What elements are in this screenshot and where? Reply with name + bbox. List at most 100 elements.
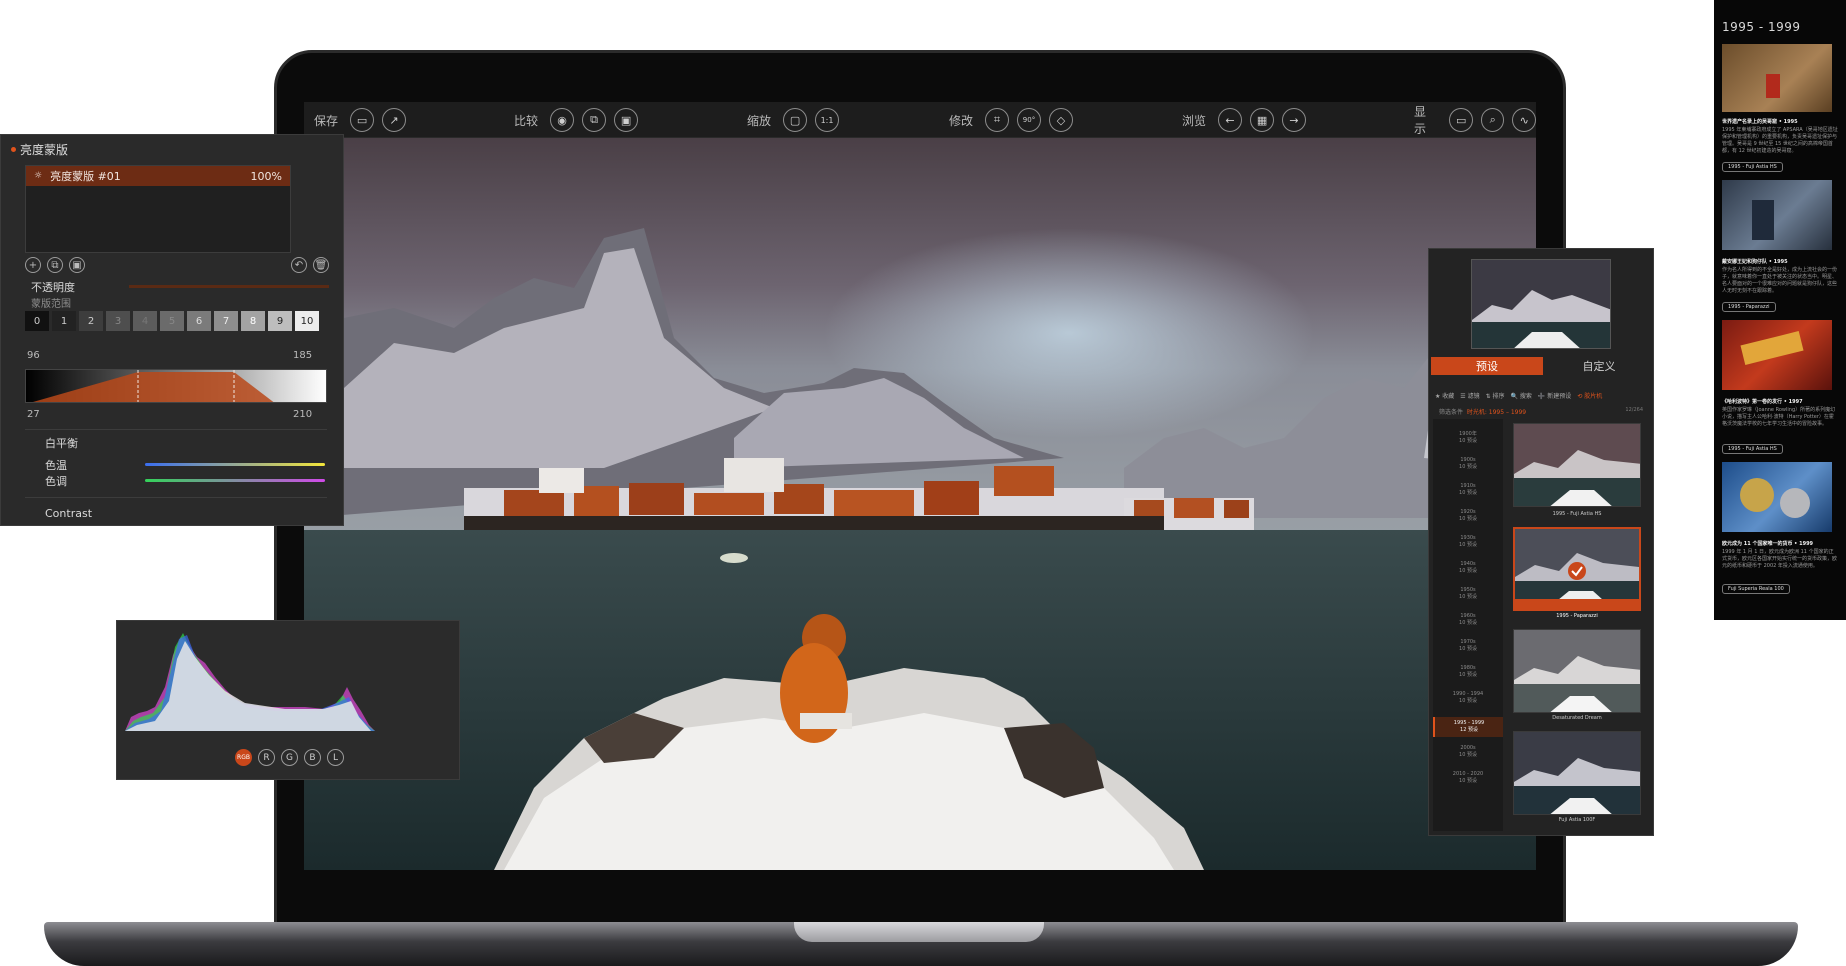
mask-icon: ☼ — [34, 171, 43, 181]
timeline-tag[interactable]: Fuji Superia Reala 100 — [1722, 584, 1790, 594]
channel-g[interactable]: G — [281, 749, 298, 766]
transform-icon[interactable]: ◇ — [1049, 108, 1074, 132]
preset-tile-selected[interactable] — [1513, 527, 1641, 611]
photo-canvas[interactable] — [304, 138, 1536, 870]
tint-slider[interactable] — [145, 479, 325, 482]
crumb-value: 时光机: 1995 – 1999 — [1466, 409, 1527, 416]
favorites-filter[interactable]: ★ 收藏 — [1435, 391, 1454, 400]
year-item[interactable]: 1900年 10 预设 — [1433, 431, 1503, 445]
range-cell[interactable]: 7 — [214, 311, 238, 331]
channel-r[interactable]: R — [258, 749, 275, 766]
timeline-text: 1999 年 1 月 1 日，欧元成为欧洲 11 个国家的正式货币，欧元区各国家… — [1722, 549, 1838, 569]
preset-tile-label: Desaturated Dream — [1552, 715, 1602, 721]
panel-title: 亮度蒙版 — [20, 143, 69, 157]
range-cell[interactable]: 3 — [106, 311, 130, 331]
preset-tile[interactable] — [1513, 423, 1641, 507]
timeline-title: 1995 - 1999 — [1722, 20, 1801, 34]
time-machine-sidebar: 1995 - 1999 世界遗产名录上的吴哥窟 • 1995 1995 年柬埔寨… — [1714, 0, 1846, 620]
year-item[interactable]: 1930s 10 预设 — [1433, 535, 1503, 549]
range-cell[interactable]: 10 — [295, 311, 319, 331]
preset-tile[interactable] — [1513, 629, 1641, 713]
export-icon[interactable]: ↗ — [382, 108, 407, 132]
year-item[interactable]: 1960s 10 预设 — [1433, 613, 1503, 627]
mask-actions: ↶ 🗑 — [291, 257, 329, 273]
fit-icon[interactable]: ▢ — [783, 108, 808, 132]
year-item[interactable]: 2000s 10 预设 — [1433, 745, 1503, 759]
range-cell[interactable]: 8 — [241, 311, 265, 331]
undo-icon[interactable]: ↶ — [291, 257, 307, 273]
timeline-text: 作为名人所得到的不全是好处，成为上流社会的一份子，就意味着你一直处于被关注的状态… — [1722, 267, 1838, 294]
year-item-selected[interactable]: 1995 - 1999 12 预设 — [1433, 717, 1503, 737]
channel-b[interactable]: B — [304, 749, 321, 766]
tab-presets[interactable]: 预设 — [1431, 357, 1543, 375]
channel-rgb[interactable]: RGB — [235, 749, 252, 766]
mask-name: 亮度蒙版 #01 — [50, 170, 121, 183]
duplicate-icon[interactable]: ⧉ — [47, 257, 63, 273]
mask-item-01[interactable]: ☼ 亮度蒙版 #01 100% — [26, 166, 290, 186]
range-cell[interactable]: 1 — [52, 311, 76, 331]
crop-icon[interactable]: ⌗ — [985, 108, 1010, 132]
browse-group: 浏览 ← ▦ → — [1182, 108, 1307, 132]
year-item[interactable]: 1990 - 1994 10 预设 — [1433, 691, 1503, 705]
year-item[interactable]: 1980s 10 预设 — [1433, 665, 1503, 679]
trash-icon[interactable]: 🗑 — [313, 257, 329, 273]
preset-tile[interactable] — [1513, 731, 1641, 815]
range-cell[interactable]: 2 — [79, 311, 103, 331]
timeline-caption: 欧元成为 11 个国家唯一的货币 • 1999 — [1722, 541, 1814, 547]
rotate-button[interactable]: 90° — [1017, 108, 1042, 132]
range-cell[interactable]: 5 — [160, 311, 184, 331]
range-label: 蒙版范围 — [31, 299, 71, 310]
channel-l[interactable]: L — [327, 749, 344, 766]
search-filter[interactable]: 🔍 搜索 — [1511, 391, 1532, 400]
timeline-tag[interactable]: 1995 - Fuji Astia HS — [1722, 162, 1783, 172]
loupe-icon[interactable]: ⌕ — [1480, 108, 1505, 132]
add-mask-icon[interactable]: + — [25, 257, 41, 273]
save-label: 保存 — [314, 113, 339, 128]
zoom-actual-button[interactable]: 1:1 — [815, 108, 840, 132]
luminosity-mask-panel: 亮度蒙版 ☼ 亮度蒙版 #01 100% + ⧉ ▣ ↶ 🗑 不透明度 蒙版范围… — [0, 134, 344, 526]
filter-filter[interactable]: ☰ 滤镜 — [1460, 391, 1479, 400]
mask-tools: + ⧉ ▣ — [25, 257, 85, 273]
year-item[interactable]: 1920s 10 预设 — [1433, 509, 1503, 523]
year-item[interactable]: 2010 - 2020 10 预设 — [1433, 771, 1503, 785]
tab-custom[interactable]: 自定义 — [1543, 357, 1655, 375]
preset-tile-label: 1995 - Paparazzi — [1556, 613, 1598, 619]
range-curve[interactable] — [25, 369, 327, 403]
eye-icon[interactable]: ◉ — [550, 108, 575, 132]
compare-label: 比较 — [514, 113, 539, 128]
timeline-image — [1722, 180, 1832, 250]
sort-filter[interactable]: ⇅ 排序 — [1486, 391, 1505, 400]
marketing-composite: 保存 ▭ ↗ 比较 ◉ ⧉ ▣ 缩放 ▢ 1:1 修改 ⌗ 90° ◇ 浏览 ←… — [0, 0, 1846, 966]
monitor-icon[interactable]: ▭ — [1449, 108, 1473, 132]
year-item[interactable]: 1940s 10 预设 — [1433, 561, 1503, 575]
range-cell[interactable]: 0 — [25, 311, 49, 331]
range-cell[interactable]: 9 — [268, 311, 292, 331]
time-machine-filter[interactable]: ⟲ 胶片机 — [1577, 391, 1602, 400]
range-curve-graphic — [33, 370, 274, 402]
year-item[interactable]: 1910s 10 预设 — [1433, 483, 1503, 497]
histogram-icon[interactable]: ∿ — [1512, 108, 1536, 132]
range-cell[interactable]: 4 — [133, 311, 157, 331]
opacity-slider[interactable] — [129, 285, 329, 288]
timeline-tag[interactable]: 1995 - Paparazzi — [1722, 302, 1776, 312]
preset-thumb — [1514, 424, 1640, 506]
opacity-label: 不透明度 — [31, 281, 75, 294]
modify-group: 修改 ⌗ 90° ◇ — [949, 108, 1074, 132]
previous-icon[interactable]: ← — [1218, 108, 1243, 132]
mask-settings-icon[interactable]: ▣ — [69, 257, 85, 273]
save-image-icon[interactable]: ▭ — [350, 108, 375, 132]
year-item[interactable]: 1970s 10 预设 — [1433, 639, 1503, 653]
split-view-icon[interactable]: ⧉ — [582, 108, 607, 132]
new-preset-button[interactable]: ➕ 新建预设 — [1538, 391, 1571, 400]
side-by-side-icon[interactable]: ▣ — [614, 108, 639, 132]
presets-panel: 预设 自定义 ★ 收藏 ☰ 滤镜 ⇅ 排序 🔍 搜索 ➕ 新建预设 ⟲ 胶片机 … — [1428, 248, 1654, 836]
timeline-tag[interactable]: 1995 - Fuji Astia HS — [1722, 444, 1783, 454]
range-cell[interactable]: 6 — [187, 311, 211, 331]
year-item[interactable]: 1900s 10 预设 — [1433, 457, 1503, 471]
histogram-panel: RGB R G B L — [116, 620, 460, 780]
temperature-slider[interactable] — [145, 463, 325, 466]
next-icon[interactable]: → — [1282, 108, 1307, 132]
year-item[interactable]: 1950s 10 预设 — [1433, 587, 1503, 601]
zoom-group: 缩放 ▢ 1:1 — [747, 108, 840, 132]
grid-icon[interactable]: ▦ — [1250, 108, 1275, 132]
